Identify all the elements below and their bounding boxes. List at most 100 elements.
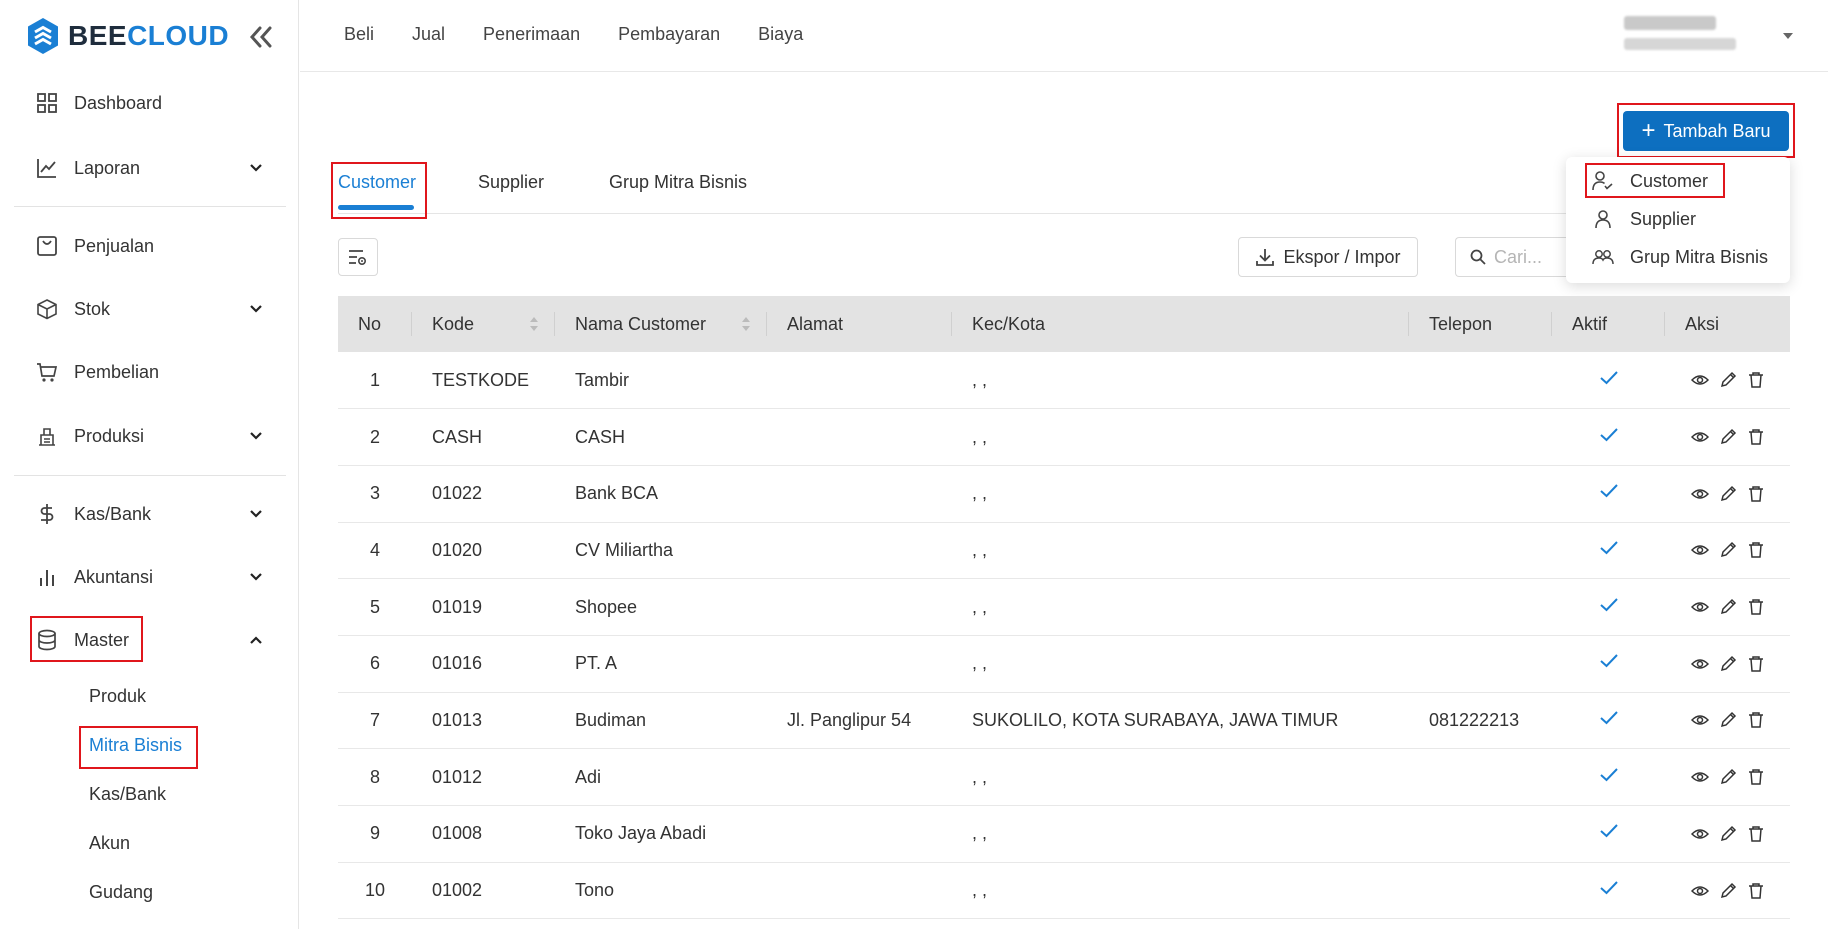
view-icon[interactable] xyxy=(1690,711,1709,729)
topnav-pembayaran[interactable]: Pembayaran xyxy=(618,24,720,45)
delete-icon[interactable] xyxy=(1747,711,1765,729)
cell-nama-customer-link[interactable]: CASH xyxy=(555,409,767,466)
view-icon[interactable] xyxy=(1690,768,1709,786)
cell-nama-customer-link[interactable]: Tono xyxy=(555,862,767,919)
user-account-blurred[interactable] xyxy=(1624,12,1784,50)
view-icon[interactable] xyxy=(1690,825,1709,843)
caret-down-icon[interactable] xyxy=(1782,32,1794,40)
brand-logo[interactable]: BEECLOUD xyxy=(26,16,229,56)
sidebar-subitem-gudang[interactable]: Gudang xyxy=(89,882,153,903)
cell-nama-customer-link[interactable]: Shopee xyxy=(555,579,767,636)
tab-supplier[interactable]: Supplier xyxy=(478,172,544,193)
cell-kec-kota: , , xyxy=(972,880,988,901)
cell-alamat xyxy=(767,749,952,806)
delete-icon[interactable] xyxy=(1747,768,1765,786)
sidebar-item-label: Laporan xyxy=(74,157,141,178)
edit-icon[interactable] xyxy=(1719,485,1737,503)
sidebar-item-akuntansi[interactable]: Akuntansi xyxy=(36,559,274,595)
sidebar-subitem-produk[interactable]: Produk xyxy=(89,686,146,707)
tambah-baru-button[interactable]: + Tambah Baru xyxy=(1623,111,1789,151)
cell-aktif xyxy=(1552,749,1665,806)
download-icon xyxy=(1256,249,1275,266)
cell-nama-customer-link[interactable]: CV Miliartha xyxy=(555,522,767,579)
view-icon[interactable] xyxy=(1690,428,1709,446)
delete-icon[interactable] xyxy=(1747,882,1765,900)
topnav-penerimaan[interactable]: Penerimaan xyxy=(483,24,580,45)
sidebar-item-laporan[interactable]: Laporan xyxy=(36,150,274,186)
column-header-telepon: Telepon xyxy=(1409,296,1552,352)
delete-icon[interactable] xyxy=(1747,825,1765,843)
cell-nama-customer-link[interactable]: Bank BCA xyxy=(555,465,767,522)
cell-aktif xyxy=(1552,692,1665,749)
delete-icon[interactable] xyxy=(1747,541,1765,559)
dropdown-item-supplier[interactable]: Supplier xyxy=(1592,205,1696,233)
edit-icon[interactable] xyxy=(1719,882,1737,900)
sidebar-item-produksi[interactable]: Produksi xyxy=(36,418,274,454)
delete-icon[interactable] xyxy=(1747,655,1765,673)
sidebar-item-kas-bank[interactable]: Kas/Bank xyxy=(36,496,274,532)
edit-icon[interactable] xyxy=(1719,655,1737,673)
dollar-icon xyxy=(40,504,54,524)
cell-aktif xyxy=(1552,522,1665,579)
edit-icon[interactable] xyxy=(1719,541,1737,559)
cell-nama-customer-link[interactable]: Toko Jaya Abadi xyxy=(555,806,767,863)
sidebar-item-pembelian[interactable]: Pembelian xyxy=(36,354,274,390)
edit-icon[interactable] xyxy=(1719,768,1737,786)
view-icon[interactable] xyxy=(1690,541,1709,559)
sidebar-item-stok[interactable]: Stok xyxy=(36,291,274,327)
view-icon[interactable] xyxy=(1690,655,1709,673)
table-row: 5 01019 Shopee , , xyxy=(338,579,1790,636)
cell-kec-kota: , , xyxy=(972,539,988,560)
search-input[interactable] xyxy=(1494,246,1574,268)
cell-aktif xyxy=(1552,806,1665,863)
edit-icon[interactable] xyxy=(1719,428,1737,446)
cell-kode: 01012 xyxy=(432,766,483,787)
dropdown-item-customer[interactable]: Customer xyxy=(1592,167,1708,195)
column-header-kode[interactable]: Kode xyxy=(412,296,555,352)
topnav-jual[interactable]: Jual xyxy=(412,24,445,45)
view-icon[interactable] xyxy=(1690,371,1709,389)
tab-grup-mitra-bisnis[interactable]: Grup Mitra Bisnis xyxy=(609,172,747,193)
column-header-nama-customer[interactable]: Nama Customer xyxy=(555,296,767,352)
collapse-sidebar-icon[interactable] xyxy=(246,22,276,52)
delete-icon[interactable] xyxy=(1747,485,1765,503)
ekspor-impor-label: Ekspor / Impor xyxy=(1283,246,1401,267)
cell-nama-customer-link[interactable]: Tambir xyxy=(555,352,767,409)
edit-icon[interactable] xyxy=(1719,598,1737,616)
cell-nama-customer-link[interactable]: Budiman xyxy=(555,692,767,749)
sort-icon[interactable] xyxy=(529,315,539,333)
table-row: 10 01002 Tono , , xyxy=(338,862,1790,919)
topnav-beli[interactable]: Beli xyxy=(344,24,374,45)
topnav-biaya[interactable]: Biaya xyxy=(758,24,803,45)
database-icon xyxy=(38,629,56,651)
column-header-aktif: Aktif xyxy=(1552,296,1665,352)
cell-nama-customer-link[interactable]: Adi xyxy=(555,749,767,806)
cell-nama-customer-link[interactable]: PT. A xyxy=(555,635,767,692)
delete-icon[interactable] xyxy=(1747,371,1765,389)
sidebar-item-dashboard[interactable]: Dashboard xyxy=(36,85,274,121)
sidebar-subitem-akun[interactable]: Akun xyxy=(89,833,130,854)
edit-icon[interactable] xyxy=(1719,371,1737,389)
row-actions xyxy=(1685,541,1770,559)
view-icon[interactable] xyxy=(1690,882,1709,900)
sidebar-subitem-mitra-bisnis[interactable]: Mitra Bisnis xyxy=(89,735,182,756)
tab-customer[interactable]: Customer xyxy=(338,172,416,193)
delete-icon[interactable] xyxy=(1747,428,1765,446)
user-name-blurred xyxy=(1624,16,1716,30)
sort-icon[interactable] xyxy=(741,315,751,333)
sidebar-item-penjualan[interactable]: Penjualan xyxy=(36,228,274,264)
ekspor-impor-button[interactable]: Ekspor / Impor xyxy=(1238,237,1418,277)
chevron-up-icon xyxy=(250,636,262,644)
cell-aksi xyxy=(1665,692,1790,749)
cell-kec-kota: , , xyxy=(972,766,988,787)
view-icon[interactable] xyxy=(1690,485,1709,503)
delete-icon[interactable] xyxy=(1747,598,1765,616)
view-icon[interactable] xyxy=(1690,598,1709,616)
edit-icon[interactable] xyxy=(1719,825,1737,843)
column-settings-button[interactable] xyxy=(338,238,378,276)
search-box[interactable] xyxy=(1455,237,1575,277)
edit-icon[interactable] xyxy=(1719,711,1737,729)
sidebar-item-master[interactable]: Master xyxy=(36,622,274,658)
sidebar-subitem-kas-bank[interactable]: Kas/Bank xyxy=(89,784,166,805)
dropdown-item-grup-mitra-bisnis[interactable]: Grup Mitra Bisnis xyxy=(1592,243,1768,271)
